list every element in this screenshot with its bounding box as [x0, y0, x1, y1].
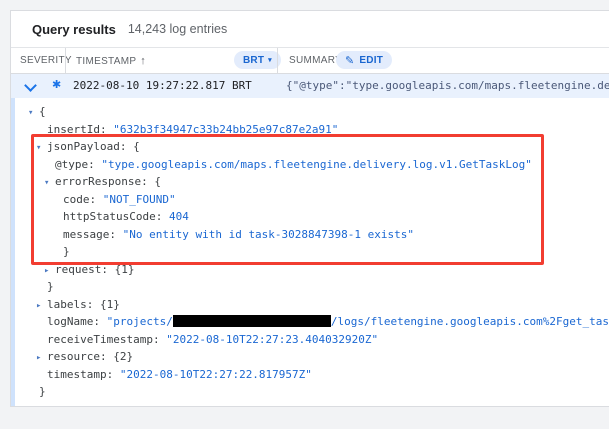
json-value: "2022-08-10T22:27:23.404032920Z": [166, 333, 378, 346]
json-value: 404: [169, 210, 189, 223]
json-key: message:: [63, 228, 123, 241]
log-entry-row[interactable]: ✱ 2022-08-10 19:27:22.817 BRT {"@type":"…: [11, 74, 609, 98]
json-value: "No entity with id task-3028847398-1 exi…: [123, 228, 414, 241]
json-brace: }: [39, 385, 46, 398]
json-brace: }: [47, 280, 54, 293]
json-line: ▾jsonPayload: {: [11, 138, 609, 156]
json-key: timestamp:: [47, 368, 120, 381]
json-line: receiveTimestamp: "2022-08-10T22:27:23.4…: [11, 331, 609, 349]
json-line: ▸labels: {1}: [11, 296, 609, 314]
json-brace: {: [133, 140, 140, 153]
column-divider: [277, 48, 278, 73]
json-value: "type.googleapis.com/maps.fleetengine.de…: [101, 158, 531, 171]
log-summary: {"@type":"type.googleapis.com/maps.fleet…: [286, 79, 609, 92]
json-key: logName:: [47, 315, 107, 328]
json-value: {1}: [115, 263, 135, 276]
json-line: }: [11, 243, 609, 261]
json-line: timestamp: "2022-08-10T22:27:22.817957Z": [11, 366, 609, 384]
expanded-entry-accent-bar: [11, 98, 15, 406]
json-key: labels:: [47, 298, 100, 311]
collapse-node-icon[interactable]: ▾: [36, 140, 47, 158]
pencil-icon: ✎: [345, 54, 354, 67]
log-timestamp: 2022-08-10 19:27:22.817 BRT: [73, 79, 252, 92]
json-line: code: "NOT_FOUND": [11, 191, 609, 209]
json-key: @type:: [55, 158, 101, 171]
json-brace: {: [154, 175, 161, 188]
json-value: /logs/fleetengine.googleapis.com%2Fget_t…: [331, 315, 609, 328]
json-value: "projects/: [107, 315, 173, 328]
json-line: httpStatusCode: 404: [11, 208, 609, 226]
query-results-panel: Query results 14,243 log entries SEVERIT…: [10, 10, 609, 407]
json-line: @type: "type.googleapis.com/maps.fleeten…: [11, 156, 609, 174]
collapse-entry-chevron-icon[interactable]: [24, 79, 37, 92]
edit-summary-button[interactable]: ✎EDIT: [336, 51, 392, 69]
json-line: ▾{: [11, 103, 609, 121]
column-summary: SUMMARY: [289, 55, 342, 66]
severity-debug-icon: ✱: [52, 78, 61, 91]
log-entries-count: 14,243 log entries: [128, 22, 227, 36]
results-table-header: SEVERITY TIMESTAMP↑ BRT▾ SUMMARY ✎EDIT: [11, 48, 609, 74]
json-key: code:: [63, 193, 103, 206]
chevron-down-icon: ▾: [268, 56, 272, 64]
json-brace: {: [39, 105, 46, 118]
json-key: request:: [55, 263, 115, 276]
json-key: resource:: [47, 350, 113, 363]
json-line: message: "No entity with id task-3028847…: [11, 226, 609, 244]
json-brace: }: [63, 245, 70, 258]
json-value: "NOT_FOUND": [103, 193, 176, 206]
json-key: errorResponse:: [55, 175, 154, 188]
json-value: "632b3f34947c33b24bb25e97c87e2a91": [113, 123, 338, 136]
log-entry-detail: ▾{insertId: "632b3f34947c33b24bb25e97c87…: [11, 98, 609, 406]
json-line: ▾errorResponse: {: [11, 173, 609, 191]
json-line: ▸resource: {2}: [11, 348, 609, 366]
json-line: logName: "projects/ /logs/fleetengine.goo…: [11, 313, 609, 331]
timezone-chip[interactable]: BRT▾: [234, 51, 281, 69]
column-divider: [65, 48, 66, 73]
json-line: }: [11, 383, 609, 401]
expand-node-icon[interactable]: ▸: [36, 298, 47, 316]
json-key: insertId:: [47, 123, 113, 136]
json-key: httpStatusCode:: [63, 210, 169, 223]
expand-node-icon[interactable]: ▸: [36, 350, 47, 368]
json-tree: ▾{insertId: "632b3f34947c33b24bb25e97c87…: [11, 103, 609, 401]
json-value: "2022-08-10T22:27:22.817957Z": [120, 368, 312, 381]
sort-ascending-icon: ↑: [140, 55, 146, 67]
json-line: insertId: "632b3f34947c33b24bb25e97c87e2…: [11, 121, 609, 139]
redaction-bar: [173, 315, 331, 327]
json-value: {2}: [113, 350, 133, 363]
json-line: }: [11, 278, 609, 296]
json-line: ▸request: {1}: [11, 261, 609, 279]
json-value: {1}: [100, 298, 120, 311]
json-key: receiveTimestamp:: [47, 333, 166, 346]
collapse-node-icon[interactable]: ▾: [28, 105, 39, 123]
collapse-node-icon[interactable]: ▾: [44, 175, 55, 193]
query-results-header: Query results 14,243 log entries: [11, 11, 609, 48]
json-key: jsonPayload:: [47, 140, 133, 153]
column-timestamp[interactable]: TIMESTAMP↑: [76, 55, 146, 67]
page-title: Query results: [32, 22, 116, 37]
